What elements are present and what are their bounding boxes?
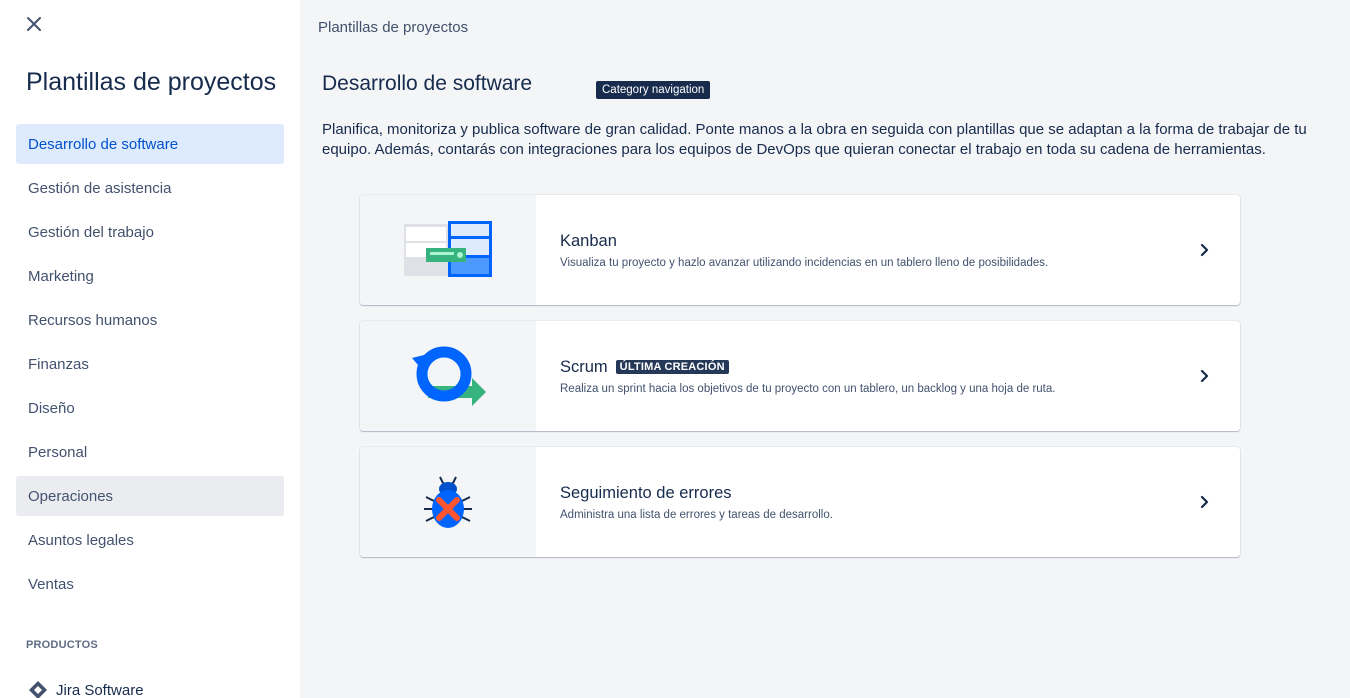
nav-item-asuntos-legales[interactable]: Asuntos legales bbox=[16, 520, 284, 560]
card-description: Administra una lista de errores y tareas… bbox=[560, 508, 833, 521]
card-title: Scrum bbox=[560, 357, 608, 376]
nav-item-recursos-humanos[interactable]: Recursos humanos bbox=[16, 300, 284, 340]
card-title-row: Seguimiento de errores bbox=[560, 484, 1170, 503]
scrum-cycle-illustration bbox=[412, 346, 486, 406]
breadcrumb: Plantillas de proyectos bbox=[318, 19, 469, 36]
main-content: Plantillas de proyectos Desarrollo de so… bbox=[300, 0, 1350, 698]
template-card-seguimiento-de-errores[interactable]: Seguimiento de errores Administra una li… bbox=[360, 447, 1240, 557]
category-title: Desarrollo de software bbox=[322, 72, 533, 95]
card-title: Seguimiento de errores bbox=[560, 483, 732, 502]
card-chevron bbox=[1170, 447, 1240, 557]
template-card-kanban[interactable]: Kanban Visualiza tu proyecto y hazlo ava… bbox=[360, 195, 1240, 305]
card-thumbnail bbox=[360, 447, 536, 557]
card-chevron bbox=[1170, 195, 1240, 305]
chevron-right-icon bbox=[1200, 243, 1209, 257]
tooltip: Category navigation bbox=[596, 81, 711, 99]
product-jira-software[interactable]: Jira Software bbox=[28, 680, 144, 698]
nav-item-diseno[interactable]: Diseño bbox=[16, 388, 284, 428]
nav-item-finanzas[interactable]: Finanzas bbox=[16, 344, 284, 384]
product-label: Jira Software bbox=[56, 681, 144, 698]
nav-item-personal[interactable]: Personal bbox=[16, 432, 284, 472]
card-title-row: Scrum ÚLTIMA CREACIÓN bbox=[560, 358, 1170, 377]
chevron-right-icon bbox=[1200, 369, 1209, 383]
chevron-right-icon bbox=[1200, 495, 1209, 509]
card-thumbnail bbox=[360, 321, 536, 431]
card-title: Kanban bbox=[560, 231, 617, 250]
nav-item-ventas[interactable]: Ventas bbox=[16, 564, 284, 604]
nav-item-gestion-del-trabajo[interactable]: Gestión del trabajo bbox=[16, 212, 284, 252]
close-button[interactable] bbox=[22, 12, 46, 36]
card-chevron bbox=[1170, 321, 1240, 431]
card-thumbnail bbox=[360, 195, 536, 305]
bug-illustration bbox=[424, 476, 472, 528]
template-card-scrum[interactable]: Scrum ÚLTIMA CREACIÓN Realiza un sprint … bbox=[360, 321, 1240, 431]
card-body: Seguimiento de errores Administra una li… bbox=[536, 447, 1170, 557]
category-nav: Desarrollo de software Gestión de asiste… bbox=[16, 124, 284, 608]
nav-item-marketing[interactable]: Marketing bbox=[16, 256, 284, 296]
card-description: Visualiza tu proyecto y hazlo avanzar ut… bbox=[560, 256, 1049, 269]
nav-item-desarrollo-de-software[interactable]: Desarrollo de software bbox=[16, 124, 284, 164]
close-icon bbox=[27, 17, 41, 31]
kanban-board-illustration bbox=[404, 221, 492, 277]
sidebar-title: Plantillas de proyectos bbox=[26, 68, 277, 96]
products-section-label: PRODUCTOS bbox=[26, 639, 98, 651]
nav-item-operaciones[interactable]: Operaciones bbox=[16, 476, 284, 516]
sidebar: Plantillas de proyectos Desarrollo de so… bbox=[0, 0, 300, 698]
card-body: Scrum ÚLTIMA CREACIÓN Realiza un sprint … bbox=[536, 321, 1170, 431]
card-title-row: Kanban bbox=[560, 232, 1170, 251]
category-description: Planifica, monitoriza y publica software… bbox=[322, 121, 1307, 158]
card-description: Realiza un sprint hacia los objetivos de… bbox=[560, 382, 1056, 395]
nav-item-gestion-de-asistencia[interactable]: Gestión de asistencia bbox=[16, 168, 284, 208]
card-body: Kanban Visualiza tu proyecto y hazlo ava… bbox=[536, 195, 1170, 305]
jira-software-icon bbox=[29, 681, 47, 698]
status-badge: ÚLTIMA CREACIÓN bbox=[615, 360, 729, 374]
